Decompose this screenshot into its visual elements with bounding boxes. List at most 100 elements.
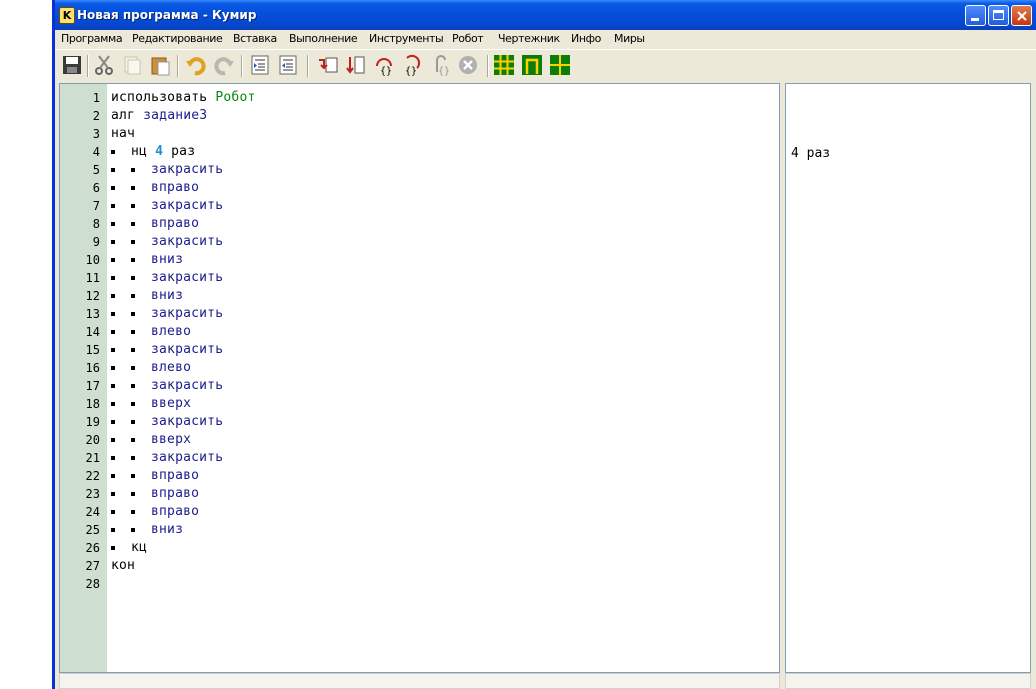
line-number: 18	[85, 397, 100, 411]
line-number: 25	[85, 523, 100, 537]
menu-bar: Программа Редактирование Вставка Выполнение…	[55, 30, 1036, 48]
title-bar[interactable]: K Новая программа - Кумир	[55, 0, 1036, 30]
code-editor[interactable]: 1 2 3 4 5 6 7 8 9 10 11 12 13 14 15 16 17 18 19 20 21 22 23 24 2…	[59, 83, 780, 673]
toolbar: {} {} {}	[55, 49, 1036, 81]
indent-marker	[131, 216, 151, 231]
toolbar-separator	[87, 55, 89, 77]
line-number: 16	[85, 361, 100, 375]
stop-icon[interactable]	[457, 54, 479, 76]
menu-item-1[interactable]: Редактирование	[132, 32, 223, 45]
svg-text:{}: {}	[380, 66, 392, 76]
robot-window-icon[interactable]	[521, 54, 543, 76]
indent-marker	[131, 414, 151, 429]
code-line[interactable]: вниз	[111, 522, 183, 537]
code-line[interactable]: вправо	[111, 180, 199, 195]
code-line[interactable]: вверх	[111, 396, 191, 411]
code-line[interactable]: закрасить	[111, 270, 223, 285]
paste-icon[interactable]	[149, 54, 171, 76]
code-line[interactable]: кц	[111, 540, 147, 555]
indent-marker	[111, 288, 131, 303]
step-icon[interactable]	[345, 54, 367, 76]
command-token: вправо	[151, 216, 200, 231]
indent-marker	[131, 198, 151, 213]
code-line[interactable]: использовать Робот	[111, 90, 256, 105]
code-line[interactable]: влево	[111, 324, 191, 339]
code-line[interactable]: вправо	[111, 486, 199, 501]
command-token: вправо	[151, 468, 200, 483]
code-line[interactable]: нач	[111, 126, 135, 141]
margin-text-line-4: 4 раз	[791, 146, 831, 161]
keyword-token: алг	[111, 108, 144, 123]
code-line[interactable]: влево	[111, 360, 191, 375]
line-number: 7	[92, 199, 100, 213]
close-button[interactable]	[1011, 5, 1032, 26]
code-line[interactable]: вниз	[111, 288, 183, 303]
code-line[interactable]: закрасить	[111, 234, 223, 249]
code-line[interactable]: кон	[111, 558, 135, 573]
step-into-icon[interactable]: {}	[373, 54, 395, 76]
indent-marker	[131, 180, 151, 195]
cut-icon[interactable]	[93, 54, 115, 76]
kumir-app-icon[interactable]: K	[59, 7, 75, 24]
indent-marker	[111, 468, 131, 483]
menu-item-8[interactable]: Миры	[614, 32, 645, 45]
minimize-button[interactable]	[965, 5, 986, 26]
indent-marker	[131, 396, 151, 411]
code-line[interactable]: нц 4 раз	[111, 144, 195, 159]
indent-marker	[111, 450, 131, 465]
line-number: 22	[85, 469, 100, 483]
copy-icon[interactable]	[121, 54, 143, 76]
step-back-icon[interactable]: {}	[429, 54, 451, 76]
menu-item-6[interactable]: Чертежник	[498, 32, 560, 45]
code-line[interactable]: вправо	[111, 468, 199, 483]
robot-field-icon[interactable]	[493, 54, 515, 76]
code-line[interactable]: закрасить	[111, 162, 223, 177]
line-number-gutter: 1 2 3 4 5 6 7 8 9 10 11 12 13 14 15 16 17 18 19 20 21 22 23 24 2…	[60, 84, 107, 672]
line-number: 4	[92, 145, 100, 159]
menu-item-3[interactable]: Выполнение	[289, 32, 358, 45]
line-number: 2	[92, 109, 100, 123]
code-line[interactable]: вверх	[111, 432, 191, 447]
keyword-token: нц	[131, 144, 156, 159]
indent-marker	[111, 216, 131, 231]
redo-icon[interactable]	[213, 54, 235, 76]
menu-item-2[interactable]: Вставка	[233, 32, 277, 45]
menu-item-0[interactable]: Программа	[61, 32, 123, 45]
toolbar-separator	[177, 55, 179, 77]
code-line[interactable]: закрасить	[111, 306, 223, 321]
command-token: закрасить	[151, 378, 224, 393]
code-line[interactable]: закрасить	[111, 198, 223, 213]
run-icon[interactable]	[317, 54, 339, 76]
line-number: 12	[85, 289, 100, 303]
keyword-token: кон	[111, 558, 136, 573]
undo-icon[interactable]	[185, 54, 207, 76]
step-out-icon[interactable]: {}	[401, 54, 423, 76]
unindent-icon[interactable]	[277, 54, 299, 76]
code-line[interactable]: закрасить	[111, 378, 223, 393]
margin-horizontal-scrollbar[interactable]	[785, 673, 1031, 689]
save-icon[interactable]	[61, 54, 83, 76]
code-line[interactable]: вправо	[111, 504, 199, 519]
kumir-window: K Новая программа - Кумир Программа Редак…	[52, 0, 1036, 689]
menu-item-4[interactable]: Инструменты	[369, 32, 444, 45]
code-line[interactable]: закрасить	[111, 414, 223, 429]
line-number: 27	[85, 559, 100, 573]
code-line[interactable]: вправо	[111, 216, 199, 231]
code-line[interactable]: алг задание3	[111, 108, 207, 123]
line-number: 1	[92, 91, 100, 105]
indent-marker	[131, 360, 151, 375]
menu-item-7[interactable]: Инфо	[571, 32, 601, 45]
line-number: 5	[92, 163, 100, 177]
svg-text:{}: {}	[405, 66, 417, 76]
editor-horizontal-scrollbar[interactable]	[59, 673, 780, 689]
indent-icon[interactable]	[249, 54, 271, 76]
indent-marker	[111, 360, 131, 375]
line-number: 26	[85, 541, 100, 555]
draftsman-icon[interactable]	[549, 54, 571, 76]
code-line[interactable]: вниз	[111, 252, 183, 267]
code-line[interactable]: закрасить	[111, 450, 223, 465]
menu-item-5[interactable]: Робот	[452, 32, 484, 45]
indent-marker	[111, 396, 131, 411]
maximize-button[interactable]	[988, 5, 1009, 26]
code-line[interactable]: закрасить	[111, 342, 223, 357]
